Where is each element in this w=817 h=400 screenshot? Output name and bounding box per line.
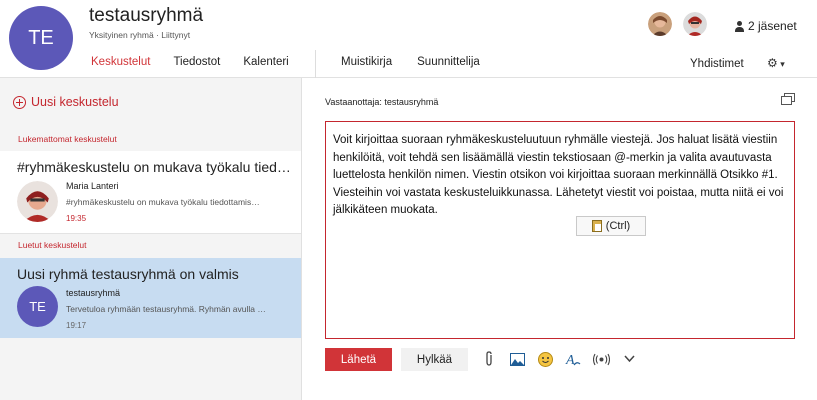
format-icon[interactable]: A	[563, 349, 583, 369]
svg-text:A: A	[565, 353, 575, 367]
tab-notebook[interactable]: Muistikirja	[341, 56, 392, 68]
send-button[interactable]: Lähetä	[325, 348, 392, 371]
conversation-title: #ryhmäkeskustelu on mukava työkalu tied…	[17, 159, 291, 175]
conversation-preview: #ryhmäkeskustelu on mukava työkalu tiedo…	[66, 197, 260, 207]
group-meta: Yksityinen ryhmä · Liittynyt	[89, 30, 191, 40]
conversation-preview: Tervetuloa ryhmään testausryhmä. Ryhmän …	[66, 304, 266, 314]
gear-icon: ⚙	[767, 56, 778, 70]
conversation-title: Uusi ryhmä testausryhmä on valmis	[17, 266, 239, 282]
more-icon[interactable]	[619, 349, 639, 369]
conversation-item[interactable]: #ryhmäkeskustelu on mukava työkalu tied……	[0, 151, 301, 233]
members-count: 2 jäsenet	[748, 19, 797, 33]
read-section-label: Luetut keskustelut	[18, 240, 87, 250]
message-body-input[interactable]: Voit kirjoittaa suoraan ryhmäkeskusteluu…	[325, 121, 795, 339]
tab-files[interactable]: Tiedostot	[173, 56, 220, 68]
sender-avatar	[17, 181, 58, 222]
group-header: TE testausryhmä Yksityinen ryhmä · Liitt…	[0, 0, 817, 78]
conversation-sender: Maria Lanteri	[66, 181, 119, 191]
tab-calendar[interactable]: Kalenteri	[243, 56, 288, 68]
praise-icon[interactable]	[591, 349, 611, 369]
recipient-line: Vastaanottaja: testausryhmä	[325, 97, 438, 107]
attach-icon[interactable]	[479, 349, 499, 369]
conversation-item-selected[interactable]: Uusi ryhmä testausryhmä on valmis TE tes…	[0, 258, 301, 338]
paste-shortcut-label: (Ctrl)	[605, 220, 631, 232]
divider	[0, 233, 301, 234]
paste-icon	[591, 220, 602, 232]
people-icon	[735, 20, 744, 32]
image-icon[interactable]	[507, 349, 527, 369]
new-conversation-label: Uusi keskustelu	[31, 95, 119, 109]
conversation-time: 19:35	[66, 214, 87, 223]
paste-options-button[interactable]: (Ctrl)	[576, 216, 646, 236]
connectors-button[interactable]: Yhdistimet	[690, 58, 744, 70]
conversation-list-pane: Uusi keskustelu Lukemattomat keskustelut…	[0, 78, 302, 400]
new-conversation-button[interactable]: Uusi keskustelu	[13, 95, 119, 109]
settings-menu[interactable]: ⚙ ▾	[767, 56, 785, 70]
secondary-tabs: Muistikirja Suunnittelija	[341, 56, 505, 68]
tab-conversations[interactable]: Keskustelut	[91, 56, 150, 68]
member-avatar-1[interactable]	[648, 12, 672, 36]
conversation-time: 19:17	[66, 321, 87, 330]
primary-tabs: Keskustelut Tiedostot Kalenteri	[91, 56, 312, 68]
group-avatar[interactable]: TE	[9, 6, 73, 70]
sender-avatar: TE	[17, 286, 58, 327]
group-title: testausryhmä	[89, 5, 204, 26]
plus-circle-icon	[13, 95, 26, 109]
conversation-sender: testausryhmä	[66, 288, 121, 298]
recipient-label: Vastaanottaja:	[325, 97, 382, 107]
member-avatar-2[interactable]	[683, 12, 707, 36]
emoji-icon[interactable]	[535, 349, 555, 369]
popout-icon[interactable]	[781, 93, 795, 105]
unread-section-label: Lukemattomat keskustelut	[18, 134, 117, 144]
tab-planner[interactable]: Suunnittelija	[417, 56, 480, 68]
discard-button[interactable]: Hylkää	[401, 348, 468, 371]
recipient-name[interactable]: testausryhmä	[384, 97, 438, 107]
tab-divider	[315, 50, 316, 78]
message-body-text: Voit kirjoittaa suoraan ryhmäkeskusteluu…	[333, 134, 784, 217]
chevron-down-icon: ▾	[777, 59, 785, 69]
members-button[interactable]: 2 jäsenet	[735, 19, 797, 33]
